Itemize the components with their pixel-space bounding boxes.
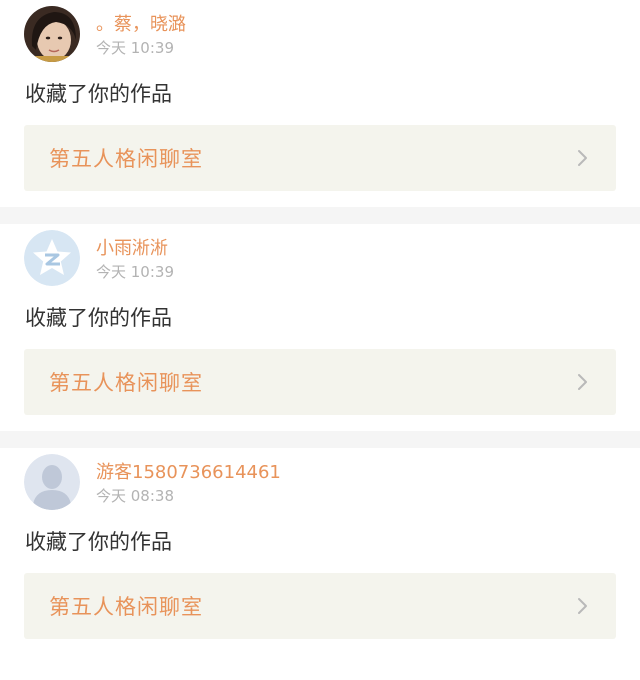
work-link[interactable]: 第五人格闲聊室 — [24, 573, 616, 639]
user-name[interactable]: 。蔡，晓潞 — [96, 10, 186, 36]
card-separator — [0, 207, 640, 224]
chevron-right-icon — [578, 374, 587, 390]
user-name[interactable]: 游客1580736614461 — [96, 458, 281, 484]
work-title: 第五人格闲聊室 — [49, 371, 203, 395]
timestamp: 今天 10:39 — [96, 263, 174, 281]
notification-header: 游客1580736614461 今天 08:38 — [24, 454, 624, 510]
notification-card: 游客1580736614461 今天 08:38 收藏了你的作品 第五人格闲聊室 — [0, 448, 640, 655]
work-link[interactable]: 第五人格闲聊室 — [24, 349, 616, 415]
notification-header: 。蔡，晓潞 今天 10:39 — [24, 6, 624, 62]
action-text: 收藏了你的作品 — [25, 82, 172, 106]
work-link[interactable]: 第五人格闲聊室 — [24, 125, 616, 191]
notification-card: 小雨淅淅 今天 10:39 收藏了你的作品 第五人格闲聊室 — [0, 224, 640, 431]
timestamp: 今天 08:38 — [96, 487, 174, 505]
action-text: 收藏了你的作品 — [25, 530, 172, 554]
action-text: 收藏了你的作品 — [25, 306, 172, 330]
qzone-star-avatar-icon — [24, 230, 80, 286]
work-title: 第五人格闲聊室 — [49, 595, 203, 619]
notification-card: 。蔡，晓潞 今天 10:39 收藏了你的作品 第五人格闲聊室 — [0, 0, 640, 207]
chevron-right-icon — [578, 598, 587, 614]
work-title: 第五人格闲聊室 — [49, 147, 203, 171]
chevron-right-icon — [578, 150, 587, 166]
photo-avatar-icon — [24, 6, 80, 62]
avatar[interactable] — [24, 454, 80, 510]
timestamp: 今天 10:39 — [96, 39, 174, 57]
avatar[interactable] — [24, 6, 80, 62]
notification-feed: 。蔡，晓潞 今天 10:39 收藏了你的作品 第五人格闲聊室 小雨淅淅 今天 1… — [0, 0, 640, 655]
notification-header: 小雨淅淅 今天 10:39 — [24, 230, 624, 286]
avatar[interactable] — [24, 230, 80, 286]
user-name[interactable]: 小雨淅淅 — [96, 234, 168, 260]
default-person-avatar-icon — [24, 454, 80, 510]
card-separator — [0, 431, 640, 448]
